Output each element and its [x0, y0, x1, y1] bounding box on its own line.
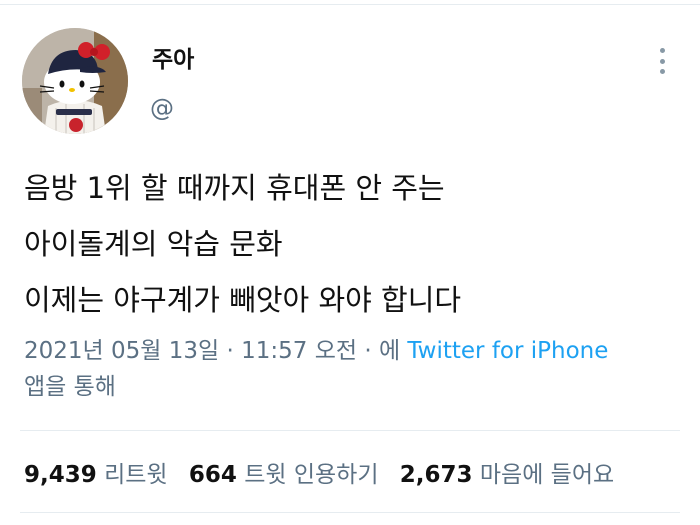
- likes-stat[interactable]: 2,673 마음에 들어요: [400, 462, 614, 488]
- more-vertical-icon: [659, 69, 665, 74]
- display-name[interactable]: 주아: [152, 40, 194, 74]
- top-divider: [0, 4, 700, 5]
- quotes-stat[interactable]: 664 트윗 인용하기: [189, 462, 379, 488]
- tweet-source-suffix: 앱을 통해: [24, 374, 116, 400]
- quotes-label: 트윗 인용하기: [244, 462, 379, 488]
- retweets-count: 9,439: [24, 462, 97, 488]
- tweet-text: 음방 1위 할 때까지 휴대폰 안 주는 아이돌계의 악습 문화 이제는 야구계…: [24, 160, 684, 328]
- likes-label: 마음에 들어요: [479, 462, 615, 488]
- quotes-count: 664: [188, 462, 237, 488]
- more-options-button[interactable]: [650, 44, 674, 78]
- tweet-meta: 2021년 05월 13일 · 11:57 오전 · 에 Twitter for…: [24, 333, 684, 405]
- avatar-image: [22, 28, 128, 134]
- tweet-line: 음방 1위 할 때까지 휴대폰 안 주는: [24, 171, 445, 205]
- more-vertical-icon: [659, 48, 665, 53]
- more-vertical-icon: [659, 58, 665, 64]
- divider: [20, 430, 680, 431]
- likes-count: 2,673: [399, 462, 473, 488]
- retweets-label: 리트윗: [104, 462, 168, 488]
- user-handle[interactable]: @: [150, 94, 174, 122]
- tweet-timestamp[interactable]: 2021년 05월 13일 · 11:57 오전 · 에: [24, 338, 400, 364]
- tweet-line: 아이돌계의 악습 문화: [24, 227, 283, 261]
- tweet-source-link[interactable]: Twitter for iPhone: [407, 338, 608, 364]
- tweet-line: 이제는 야구계가 빼앗아 와야 합니다: [24, 283, 462, 317]
- retweets-stat[interactable]: 9,439 리트윗: [24, 462, 168, 488]
- tweet-stats: 9,439 리트윗 664 트윗 인용하기 2,673 마음에 들어요: [24, 455, 628, 489]
- divider: [20, 512, 680, 513]
- avatar[interactable]: [22, 28, 128, 134]
